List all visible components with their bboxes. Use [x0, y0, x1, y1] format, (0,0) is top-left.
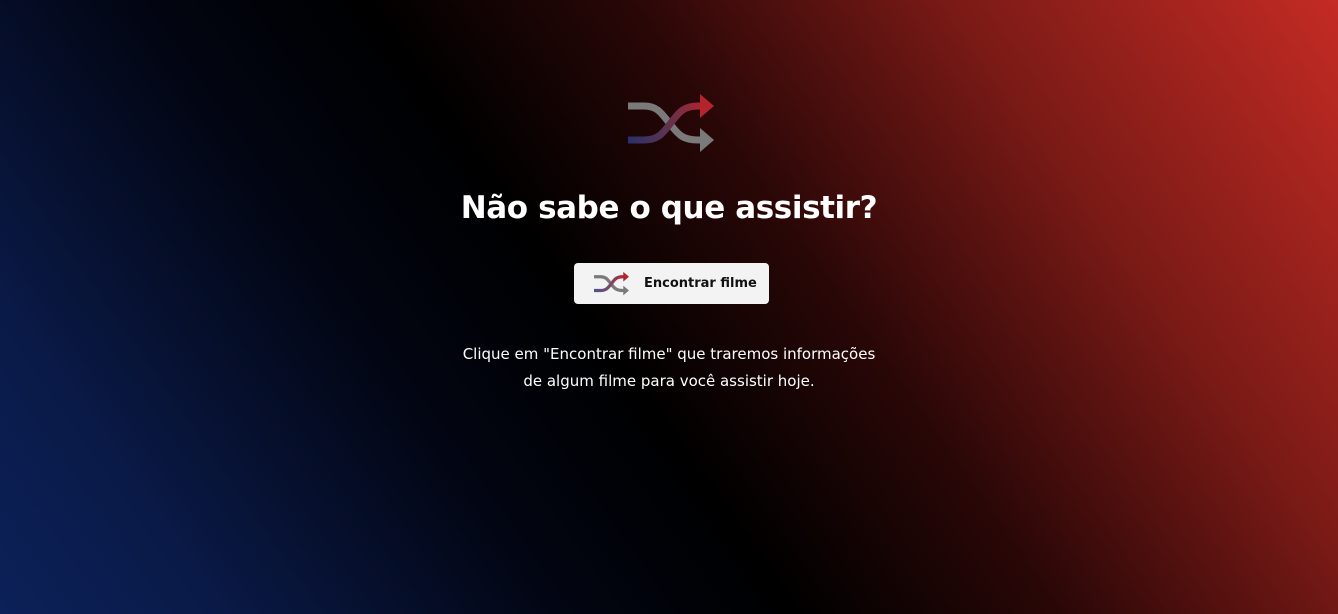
shuffle-icon	[626, 92, 716, 156]
hero-description-line: Clique em "Encontrar filme" que traremos…	[462, 345, 876, 363]
hero-description-line: de algum filme para você assistir hoje.	[523, 372, 815, 390]
hero-section: Não sabe o que assistir? Encontrar filme…	[0, 0, 1338, 614]
page-title: Não sabe o que assistir?	[460, 189, 878, 226]
hero-description: Clique em "Encontrar filme" que traremos…	[0, 341, 1338, 395]
find-movie-button-label: Encontrar filme	[644, 276, 757, 291]
shuffle-icon	[593, 271, 630, 297]
find-movie-button[interactable]: Encontrar filme	[574, 263, 769, 304]
